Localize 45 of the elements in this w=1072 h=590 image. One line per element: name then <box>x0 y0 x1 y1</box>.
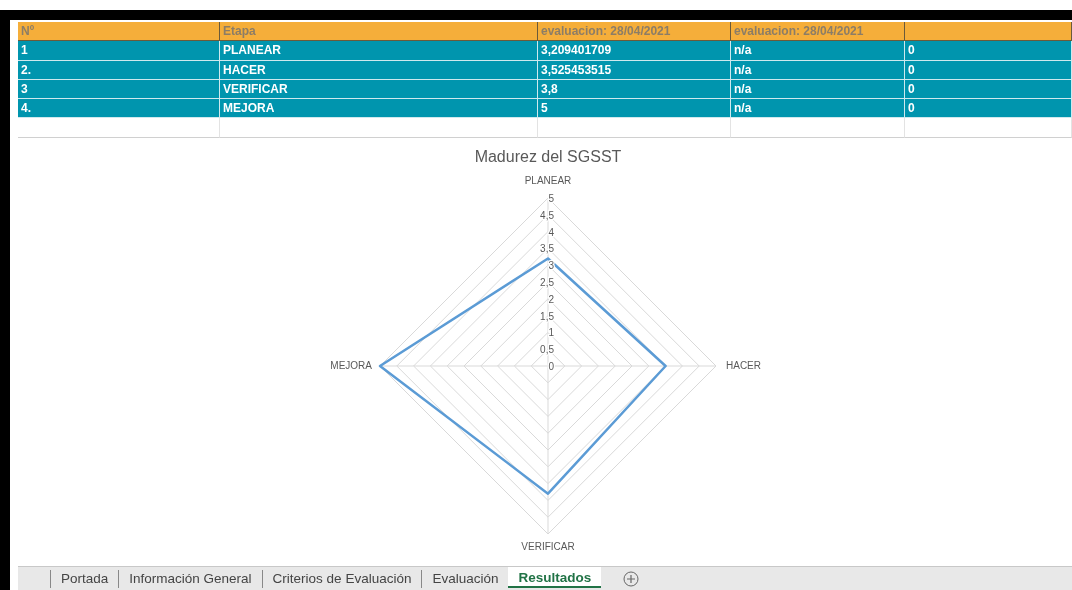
sheet-tab[interactable]: Información General <box>118 570 262 588</box>
column-header: evaluacion: 28/04/2021 <box>538 22 731 42</box>
tick-label: 3,5 <box>540 243 554 255</box>
tick-label: 4,5 <box>540 209 554 221</box>
tick-label: 5 <box>548 192 554 204</box>
tick-label: 3 <box>548 260 554 271</box>
table-cell: n/a <box>731 60 905 80</box>
table-cell: 0 <box>905 99 1072 119</box>
add-sheet-icon[interactable] <box>623 571 640 587</box>
table-cell: 3 <box>18 79 220 100</box>
tick-label: 0,5 <box>540 344 554 355</box>
tick-label: 1,5 <box>540 310 554 322</box>
table-cell: VERIFICAR <box>220 79 538 100</box>
table-cell: n/a <box>731 41 905 61</box>
tick-label: 2 <box>548 293 554 305</box>
tick-label: 4 <box>548 226 554 238</box>
tick-label: 1 <box>548 327 554 339</box>
sheet-tab[interactable]: Portada <box>50 570 119 588</box>
sheet-tab[interactable]: Criterios de Evaluación <box>261 570 422 588</box>
column-header: evaluacion: 28/04/2021 <box>731 22 905 42</box>
axis-label: VERIFICAR <box>521 540 575 552</box>
table-cell: 0 <box>905 41 1072 61</box>
table-cell: MEJORA <box>220 99 538 119</box>
table-cell: HACER <box>220 60 538 80</box>
table-cell: 3,8 <box>538 79 731 100</box>
tick-label: 0 <box>548 360 554 372</box>
table-cell: 0 <box>905 79 1072 100</box>
table-cell: n/a <box>731 99 905 119</box>
table-cell: 4. <box>18 99 220 119</box>
axis-label: MEJORA <box>330 359 372 371</box>
table-cell: 3,525453515 <box>538 60 731 80</box>
table-cell: 0 <box>905 60 1072 80</box>
table-cell: 1 <box>18 41 220 61</box>
tick-label: 2,5 <box>540 276 554 288</box>
table-cell: PLANEAR <box>220 41 538 61</box>
sheet-tab[interactable]: Resultados <box>508 567 602 588</box>
column-header: Etapa <box>220 22 538 42</box>
axis-label: PLANEAR <box>524 174 572 186</box>
column-header: Nº <box>18 22 220 42</box>
table-cell: n/a <box>731 79 905 100</box>
table-cell: 3,209401709 <box>538 41 731 61</box>
chart-title: Madurez del SGSST <box>474 147 622 165</box>
axis-label: HACER <box>726 359 761 371</box>
table-cell: 5 <box>538 99 731 119</box>
table-cell: 2. <box>18 60 220 80</box>
